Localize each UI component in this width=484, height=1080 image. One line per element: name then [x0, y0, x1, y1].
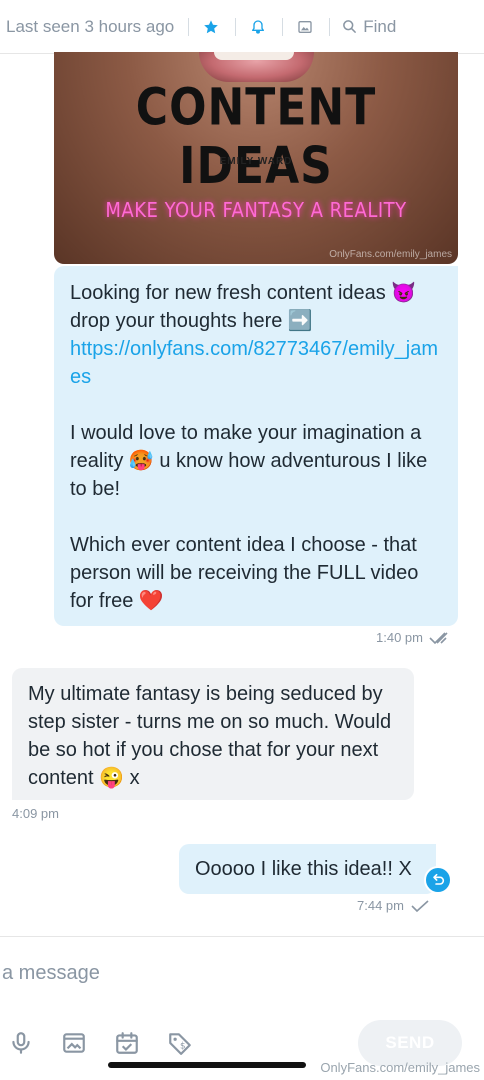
timestamp-text: 7:44 pm [357, 898, 404, 913]
chat-header: Last seen 3 hours ago Find [0, 0, 484, 54]
message-timestamp: 7:44 pm [357, 898, 430, 913]
message-bubble-outgoing[interactable]: Ooooo I like this idea!! X [179, 844, 436, 894]
timestamp-text: 1:40 pm [376, 630, 423, 645]
double-check-icon [429, 631, 448, 644]
header-divider [188, 17, 190, 36]
image-watermark: OnlyFans.com/emily_james [329, 249, 452, 260]
message-bubble-outgoing[interactable]: Looking for new fresh content ideas 😈 dr… [54, 266, 458, 626]
star-icon[interactable] [201, 17, 221, 37]
message-timestamp: 4:09 pm [12, 806, 59, 821]
message-text: Ooooo I like this idea!! X [195, 858, 412, 880]
message-text: My ultimate fantasy is being seduced by … [28, 683, 392, 789]
message-bubble-incoming[interactable]: My ultimate fantasy is being seduced by … [12, 668, 414, 800]
find-label: Find [363, 16, 397, 36]
message-paragraph: Looking for new fresh content ideas 😈 dr… [70, 279, 442, 335]
message-paragraph: I would love to make your imagination a … [70, 419, 442, 503]
search-icon [343, 20, 357, 33]
calendar-icon[interactable] [112, 1028, 142, 1058]
message-text: Looking for new fresh content ideas [70, 282, 386, 304]
devil-emoji: 😈 [391, 282, 417, 304]
profile-link[interactable]: https://onlyfans.com/82773467/emily_jame… [70, 338, 438, 388]
find-button[interactable]: Find [342, 17, 396, 37]
image-icon[interactable] [295, 17, 315, 37]
winking-tongue-emoji: 😜 [99, 767, 125, 789]
image-author: EMILY WARD [219, 156, 293, 167]
heart-emoji: ❤️ [138, 590, 164, 612]
message-paragraph: Which ever content idea I choose - that … [70, 531, 442, 615]
timestamp-text: 4:09 pm [12, 806, 59, 821]
header-divider [235, 17, 237, 36]
image-title: CONTENT IDEAS [135, 78, 377, 196]
watermark: OnlyFans.com/emily_james [320, 1060, 480, 1075]
header-divider [329, 17, 331, 36]
bell-icon[interactable] [248, 17, 268, 37]
header-divider [282, 17, 284, 36]
composer-divider [0, 936, 484, 937]
message-input[interactable] [2, 955, 472, 991]
photo-teeth [214, 52, 294, 60]
microphone-icon[interactable] [6, 1028, 36, 1058]
price-tag-icon[interactable]: $ [165, 1028, 195, 1058]
last-seen-status: Last seen 3 hours ago [6, 16, 175, 36]
message-text: drop your thoughts here [70, 310, 288, 332]
message-timestamp: 1:40 pm [376, 630, 453, 645]
undo-icon[interactable] [424, 866, 452, 894]
svg-text:$: $ [180, 1041, 186, 1051]
image-message[interactable]: CONTENT IDEAS EMILY WARD MAKE YOUR FANTA… [54, 52, 458, 264]
check-icon [411, 899, 429, 912]
message-text: Which ever content idea I choose - that … [70, 534, 419, 612]
media-icon[interactable] [59, 1028, 89, 1058]
hot-face-emoji: 🥵 [128, 450, 154, 472]
arrow-emoji: ➡️ [287, 310, 313, 332]
home-indicator [108, 1062, 306, 1068]
message-text: x [124, 767, 140, 789]
image-tagline: MAKE YOUR FANTASY A REALITY [105, 198, 407, 222]
